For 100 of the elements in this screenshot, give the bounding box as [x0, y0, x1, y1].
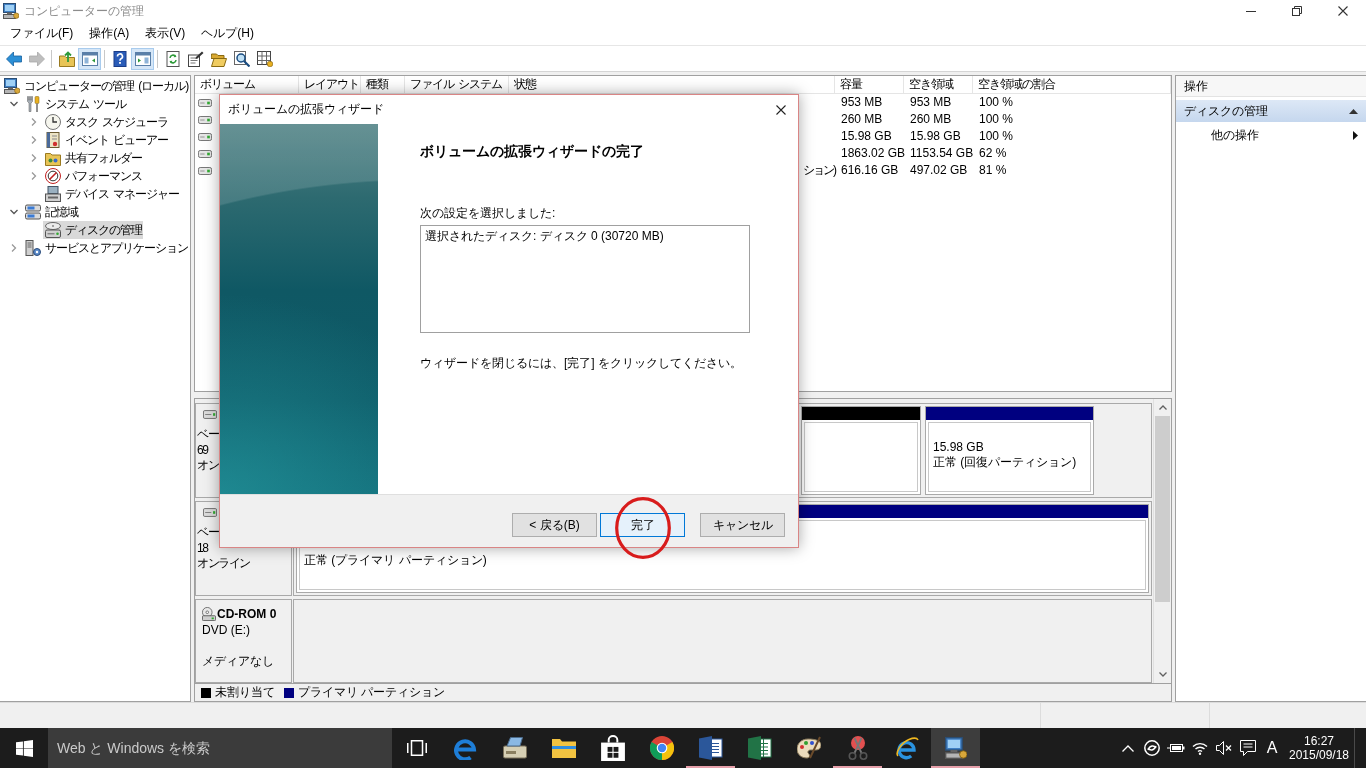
tree-item[interactable]: サービスとアプリケーション	[23, 239, 189, 257]
table-cell-text: 100 %	[978, 94, 1015, 111]
tree-item[interactable]: イベント ビューアー	[43, 131, 170, 149]
notification-icon[interactable]	[1240, 740, 1256, 756]
close-icon[interactable]	[776, 104, 786, 115]
scroll-down-icon[interactable]	[1158, 672, 1167, 677]
legend-label: プライマリ パーティション	[298, 684, 446, 701]
taskbar-button[interactable]	[931, 728, 980, 768]
spreadsheet-icon[interactable]	[747, 736, 772, 760]
tree-item[interactable]: 共有フォルダー	[43, 149, 143, 167]
disk-status: オン	[197, 458, 220, 474]
table-cell-text: ション)	[802, 162, 835, 179]
drive-name: CD-ROM 0	[217, 606, 277, 622]
muted-speaker-icon[interactable]	[1216, 741, 1232, 755]
task-view-icon[interactable]	[406, 740, 427, 756]
tree-item[interactable]: ディスクの管理	[43, 221, 143, 239]
chevron-up-icon[interactable]	[1122, 744, 1134, 752]
tree-item[interactable]: デバイス マネージャー	[43, 185, 181, 203]
browser-icon[interactable]	[453, 736, 478, 760]
restore-icon[interactable]	[1292, 6, 1302, 16]
dialog-title: ボリュームの拡張ウィザード	[227, 101, 385, 118]
menu-item[interactable]: 操作(A)	[83, 23, 136, 44]
partition-status: 正常 (回復パーティション)	[933, 455, 1078, 470]
submenu-triangle-icon	[1353, 130, 1358, 140]
tree-item[interactable]: タスク スケジューラ	[43, 113, 170, 131]
table-cell-text: 15.98 GB	[840, 128, 893, 145]
wifi-icon[interactable]	[1192, 741, 1208, 755]
scrollbar[interactable]	[1153, 399, 1171, 683]
computer-icon[interactable]	[944, 737, 967, 759]
menu-item[interactable]: ヘルプ(H)	[195, 23, 260, 44]
scanner-icon[interactable]	[502, 736, 527, 760]
disk-drive-icon	[45, 222, 61, 238]
computer-icon	[4, 78, 20, 94]
disk-status: オンライン	[197, 556, 251, 572]
table-cell-text: 81 %	[978, 162, 1008, 179]
shopping-bag-icon[interactable]	[600, 735, 625, 761]
document-icon[interactable]	[698, 736, 723, 760]
tree-item[interactable]: パフォーマンス	[43, 167, 143, 185]
disk-type: ベー	[197, 525, 220, 541]
input-mode-button[interactable]: A	[1260, 728, 1284, 768]
column-header[interactable]: 容量	[835, 76, 904, 94]
table-cell-text: 953 MB	[840, 94, 884, 111]
shared-folder-icon	[45, 150, 61, 166]
palette-icon[interactable]	[796, 736, 821, 760]
pane-title: 操作	[1176, 76, 1366, 97]
search-field[interactable]: Web と Windows を検索	[48, 728, 392, 768]
table-cell-text: 15.98 GB	[909, 128, 962, 145]
printer-icon	[45, 186, 61, 202]
close-icon[interactable]	[1338, 6, 1348, 16]
tree-item[interactable]: コンピューターの管理 (ローカル)	[2, 77, 190, 95]
partition-status: 正常 (プライマリ パーティション)	[304, 553, 488, 568]
action-item[interactable]: 他の操作	[1176, 124, 1366, 146]
settings-label: 次の設定を選択しました:	[420, 205, 557, 221]
start-icon[interactable]	[15, 739, 33, 757]
scrollbar-thumb[interactable]	[1155, 416, 1170, 602]
drive-status: メディアなし	[202, 653, 275, 669]
prohibition-sign-icon	[45, 168, 61, 184]
dialog-button[interactable]: キャンセル	[700, 513, 785, 537]
table-cell-text: 260 MB	[909, 111, 953, 128]
dialog-button[interactable]: 完了	[600, 513, 685, 537]
round-logo-icon[interactable]	[649, 736, 674, 760]
drive-icon	[198, 149, 212, 158]
tree-item[interactable]: システム ツール	[23, 95, 128, 113]
table-cell-text: 100 %	[978, 111, 1015, 128]
drive-icon	[198, 115, 212, 124]
computer-icon	[3, 3, 19, 19]
table-cell-text: 1153.54 GB	[909, 145, 973, 162]
tree-item[interactable]: 記憶域	[23, 203, 79, 221]
column-header[interactable]: 空き領域の割合	[973, 76, 1171, 94]
clock-icon	[45, 114, 61, 130]
ringed-browser-icon[interactable]	[894, 736, 919, 760]
drive-icon	[198, 166, 212, 175]
minimize-icon[interactable]	[1246, 10, 1256, 12]
menu-item[interactable]: 表示(V)	[139, 23, 192, 44]
tools-icon	[25, 96, 41, 112]
swirl-icon[interactable]	[1144, 740, 1160, 756]
table-cell-text: 953 MB	[909, 94, 953, 111]
scroll-up-icon[interactable]	[1158, 405, 1167, 410]
disk-size: 18	[197, 540, 209, 556]
folder-icon[interactable]	[551, 738, 576, 758]
table-cell-text: 62 %	[978, 145, 1008, 162]
table-cell-text: 1863.02 GB	[840, 145, 904, 162]
battery-icon[interactable]	[1167, 742, 1185, 754]
window-title: コンピューターの管理	[24, 2, 145, 20]
server-gear-icon	[25, 240, 41, 256]
log-book-icon	[45, 132, 61, 148]
action-group-header[interactable]: ディスクの管理	[1176, 100, 1366, 122]
column-header[interactable]: 空き領域	[904, 76, 973, 94]
disk-type: ベー	[197, 427, 220, 443]
chevron-icon[interactable]	[10, 208, 18, 216]
table-cell-text: 497.02 GB	[909, 162, 969, 179]
wizard-heading: ボリュームの拡張ウィザードの完了	[420, 142, 645, 161]
collapse-triangle-icon[interactable]	[1349, 108, 1358, 114]
dialog-button[interactable]: < 戻る(B)	[512, 513, 597, 537]
partition-size: 15.98 GB	[933, 440, 985, 455]
menu-item[interactable]: ファイル(F)	[4, 23, 80, 44]
clock-button[interactable]: 16:27 2015/09/18	[1284, 728, 1354, 768]
summary-textbox[interactable]: 選択されたディスク: ディスク 0 (30720 MB)	[420, 225, 750, 333]
chevron-icon[interactable]	[10, 100, 18, 108]
table-cell-text: 100 %	[978, 128, 1015, 145]
